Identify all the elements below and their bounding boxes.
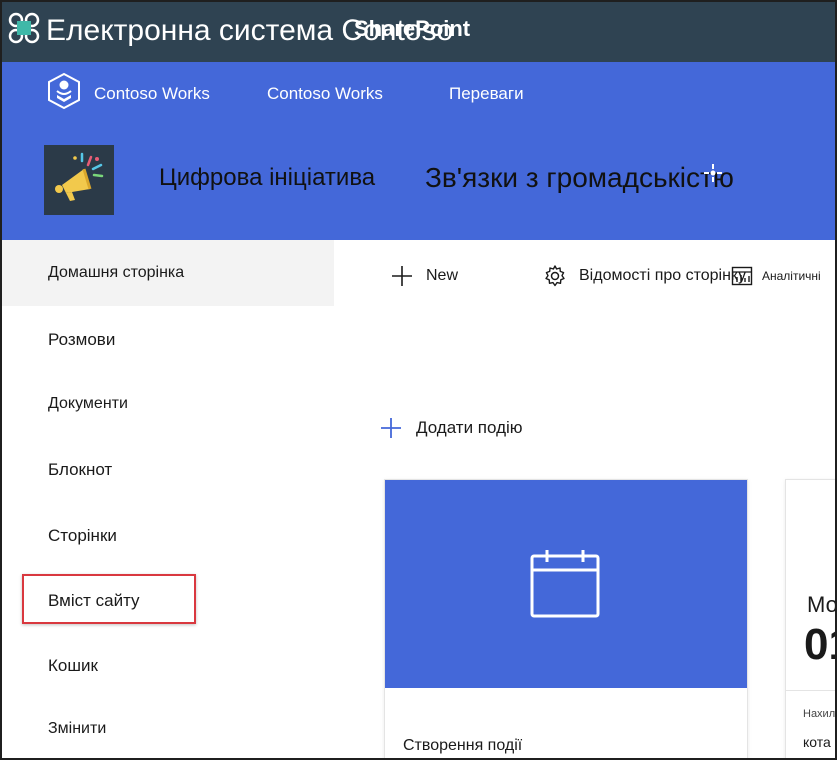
event-card[interactable]: Створення події — [384, 479, 748, 758]
new-button-label: New — [426, 267, 459, 284]
nav-item-home[interactable]: Домашня сторінка — [2, 240, 334, 306]
nav-item-notebook[interactable]: Блокнот — [2, 436, 334, 502]
app-launcher-icon[interactable] — [6, 10, 42, 46]
add-event-button[interactable]: Додати подію — [380, 414, 523, 442]
plus-icon — [380, 417, 402, 439]
page-details-button[interactable]: Відомості про сторінку — [543, 264, 746, 288]
page-details-label: Відомості про сторінку — [579, 267, 747, 284]
nav-item-label: Розмови — [48, 330, 116, 349]
analytics-button[interactable]: Аналітичні — [730, 264, 821, 288]
nav-item-documents[interactable]: Документи — [2, 371, 334, 437]
event-card-image — [385, 480, 747, 688]
site-name[interactable]: Цифрова ініціатива — [159, 164, 375, 192]
add-event-label: Додати подію — [416, 418, 523, 437]
nav-item-label: Кошик — [48, 656, 98, 675]
page-title: Зв'язки з громадськістю — [425, 162, 734, 193]
nav-item-edit[interactable]: Змінити — [2, 696, 334, 758]
left-nav: Домашня сторінка Розмови Документи Блокн… — [2, 240, 334, 758]
suite-bar: Електронна система Contoso SharePoint — [2, 2, 835, 62]
sharepoint-window: Електронна система Contoso SharePoint Co… — [0, 0, 837, 760]
chart-icon — [730, 264, 754, 288]
calendar-icon — [529, 548, 601, 620]
hub-nav: Contoso Works Contoso Works Переваги — [2, 62, 835, 122]
analytics-label: Аналітичні — [762, 269, 821, 283]
new-button[interactable]: New — [390, 264, 458, 288]
event-month: Мо — [807, 592, 837, 617]
nav-item-label: Сторінки — [48, 526, 117, 545]
event-title: кота — [803, 734, 831, 750]
nav-item-label: Змінити — [48, 720, 107, 737]
hub-link-benefits[interactable]: Переваги — [449, 84, 524, 104]
sparkle-icon — [702, 162, 724, 184]
nav-item-label: Домашня сторінка — [48, 264, 185, 281]
event-card-partial[interactable]: Мо 01 Нахил кота — [785, 479, 837, 758]
megaphone-icon[interactable] — [44, 145, 114, 215]
event-day: 01 — [804, 620, 835, 669]
divider — [786, 690, 835, 691]
gear-icon — [543, 264, 567, 288]
nav-item-label: Документи — [48, 395, 128, 412]
nav-item-recycle-bin[interactable]: Кошик — [2, 632, 334, 698]
event-card-title: Створення події — [403, 737, 523, 754]
site-header: Цифрова ініціатива Зв'язки з громадськіс… — [2, 122, 835, 240]
hub-logo-icon[interactable] — [46, 72, 82, 110]
hub-link-contoso-works-1[interactable]: Contoso Works — [94, 84, 210, 104]
hub-link-contoso-works-2[interactable]: Contoso Works — [267, 84, 383, 104]
event-upcoming-label: Нахил — [803, 708, 836, 720]
nav-item-pages[interactable]: Сторінки — [2, 502, 334, 568]
suite-brand[interactable]: SharePoint — [354, 16, 470, 42]
nav-item-label: Блокнот — [48, 460, 113, 479]
nav-item-conversations[interactable]: Розмови — [2, 306, 334, 372]
highlight-box — [22, 574, 196, 624]
plus-icon — [390, 264, 414, 288]
